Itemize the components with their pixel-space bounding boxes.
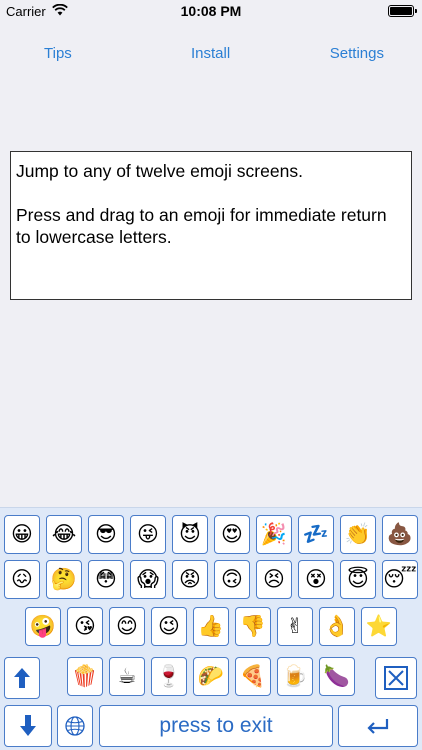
emoji-key[interactable]: 😉	[151, 607, 187, 646]
arrow-down-icon	[20, 715, 36, 736]
emoji-key[interactable]: 💩	[382, 515, 418, 554]
emoji-kissing-icon: 😘	[74, 614, 96, 638]
emoji-clapping-icon: 👏	[344, 522, 372, 546]
press-to-exit-label: press to exit	[159, 714, 273, 737]
emoji-zany-face-icon: 🤪	[29, 614, 57, 638]
settings-link[interactable]: Settings	[330, 45, 384, 62]
emoji-sleeping-icon: 😴	[383, 567, 417, 591]
emoji-victory-hand-icon: ✌	[286, 614, 304, 638]
emoji-key[interactable]: 🤪	[25, 607, 61, 646]
emoji-poop-icon: 💩	[386, 522, 414, 546]
delete-key[interactable]	[375, 657, 417, 699]
emoji-screaming-icon: 😱	[137, 567, 159, 591]
emoji-taco-icon: 🌮	[197, 664, 225, 688]
press-to-exit-button[interactable]: press to exit	[99, 705, 333, 747]
emoji-key[interactable]: 👎	[235, 607, 271, 646]
emoji-thumbs-up-icon: 👍	[197, 614, 225, 638]
emoji-sunglasses-icon: 😎	[95, 522, 117, 546]
emoji-devil-icon: 😈	[179, 522, 201, 546]
text-line-1: Jump to any of twelve emoji screens.	[16, 161, 303, 181]
emoji-thumbs-down-icon: 👎	[239, 614, 267, 638]
emoji-pizza-icon: 🍕	[239, 664, 267, 688]
install-link[interactable]: Install	[191, 45, 230, 62]
emoji-key[interactable]: 😡	[172, 560, 208, 599]
emoji-key[interactable]: ⭐	[361, 607, 397, 646]
emoji-key[interactable]: 😘	[67, 607, 103, 646]
emoji-dizzy-face-icon: 😵	[305, 567, 327, 591]
emoji-key[interactable]: 😍	[214, 515, 250, 554]
emoji-grinning-icon: 😀	[11, 522, 33, 546]
return-key[interactable]	[338, 705, 418, 747]
emoji-key[interactable]: 😜	[130, 515, 166, 554]
arrow-up-icon	[14, 668, 30, 688]
emoji-key[interactable]: 🍷	[151, 657, 187, 696]
emoji-halo-icon: 😇	[347, 567, 369, 591]
emoji-key[interactable]: 🍕	[235, 657, 271, 696]
emoji-key[interactable]: 🙃	[214, 560, 250, 599]
emoji-key[interactable]: 😣	[256, 560, 292, 599]
emoji-thinking-icon: 🤔	[50, 567, 78, 591]
emoji-coffee-icon: ☕	[117, 664, 137, 688]
text-area[interactable]: Jump to any of twelve emoji screens. Pre…	[10, 151, 412, 300]
emoji-key[interactable]: 😖	[4, 560, 40, 599]
emoji-key[interactable]: 🍆	[319, 657, 355, 696]
emoji-key[interactable]: 😊	[109, 607, 145, 646]
emoji-key[interactable]: 🍺	[277, 657, 313, 696]
emoji-key[interactable]: 😳	[88, 560, 124, 599]
globe-icon	[65, 716, 85, 736]
clock: 10:08 PM	[180, 3, 242, 19]
delete-x-icon	[384, 666, 408, 690]
shift-key[interactable]	[4, 657, 40, 699]
emoji-confounded-icon: 😖	[11, 567, 33, 591]
emoji-key[interactable]: 😱	[130, 560, 166, 599]
text-line-2: Press and drag to an emoji for immediate…	[16, 205, 387, 247]
emoji-key[interactable]: 😎	[88, 515, 124, 554]
battery-icon	[388, 5, 417, 17]
emoji-key[interactable]: 👍	[193, 607, 229, 646]
emoji-key[interactable]: 🌮	[193, 657, 229, 696]
emoji-wine-glass-icon: 🍷	[155, 664, 183, 688]
emoji-key[interactable]: ☕	[109, 657, 145, 696]
emoji-popcorn-icon: 🍿	[71, 664, 99, 688]
emoji-key[interactable]: 😴	[382, 560, 418, 599]
emoji-ok-hand-icon: 👌	[323, 614, 351, 638]
emoji-tears-of-joy-icon: 😂	[51, 522, 77, 546]
emoji-key[interactable]: 😀	[4, 515, 40, 554]
emoji-key[interactable]: 😵	[298, 560, 334, 599]
emoji-wink-tongue-icon: 😜	[137, 522, 159, 546]
emoji-key[interactable]: 👏	[340, 515, 376, 554]
lowercase-key[interactable]	[4, 705, 52, 747]
emoji-beer-mug-icon: 🍺	[281, 664, 309, 688]
emoji-winking-icon: 😉	[158, 614, 180, 638]
emoji-eggplant-icon: 🍆	[323, 664, 351, 688]
return-arrow-icon	[367, 719, 389, 734]
emoji-key[interactable]: 👌	[319, 607, 355, 646]
emoji-key[interactable]: 🤔	[46, 560, 82, 599]
emoji-key[interactable]: ✌	[277, 607, 313, 646]
emoji-zzz-icon: 💤	[302, 522, 330, 546]
globe-key[interactable]	[57, 705, 93, 747]
emoji-angry-icon: 😡	[179, 567, 201, 591]
emoji-party-popper-icon: 🎉	[260, 522, 288, 546]
emoji-flushed-icon: 😳	[95, 567, 117, 591]
emoji-heart-eyes-icon: 😍	[221, 522, 243, 546]
emoji-keyboard: 😀 😂 😎 😜 😈 😍 🎉 💤 👏 💩 😖 🤔 😳 😱 😡 🙃 😣 😵 😇 😴 …	[0, 507, 422, 750]
emoji-star-icon: ⭐	[365, 614, 393, 638]
top-nav: Tips Install Settings	[0, 45, 422, 69]
emoji-key[interactable]: 🎉	[256, 515, 292, 554]
emoji-key[interactable]: 😂	[46, 515, 82, 554]
emoji-upside-down-icon: 🙃	[221, 567, 243, 591]
emoji-persevering-icon: 😣	[263, 567, 285, 591]
tips-link[interactable]: Tips	[44, 45, 72, 62]
emoji-key[interactable]: 🍿	[67, 657, 103, 696]
emoji-key[interactable]: 😇	[340, 560, 376, 599]
emoji-key[interactable]: 💤	[298, 515, 334, 554]
emoji-key[interactable]: 😈	[172, 515, 208, 554]
emoji-smiling-icon: 😊	[116, 614, 138, 638]
status-bar: Carrier 10:08 PM	[0, 0, 422, 22]
